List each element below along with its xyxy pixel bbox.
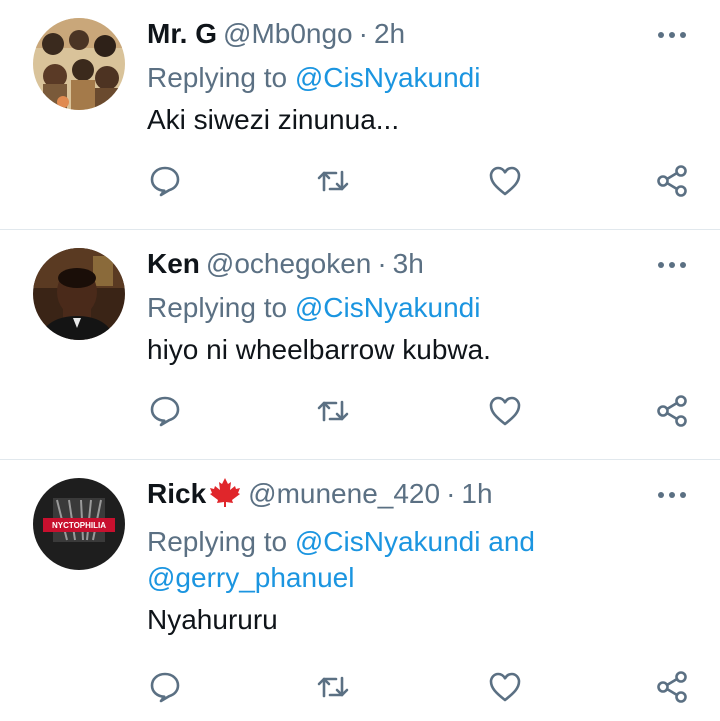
heart-icon[interactable] (487, 163, 523, 199)
more-horizontal-icon[interactable] (654, 25, 690, 45)
retweet-icon[interactable] (315, 669, 351, 705)
separator-dot: · (358, 18, 368, 49)
tweet-actions (147, 393, 690, 429)
user-handle[interactable]: @munene_420 (248, 478, 440, 509)
timestamp[interactable]: 1h (461, 478, 492, 509)
replying-to: Replying to @CisNyakundi and @gerry_phan… (147, 524, 660, 596)
canada-flag-icon (208, 477, 242, 518)
avatar[interactable]: NYCTOPHILIA (33, 478, 125, 570)
display-name[interactable]: Mr. G (147, 18, 217, 49)
tweet-header: Mr. G @Mb0ngo · 2h (147, 14, 660, 54)
heart-icon[interactable] (487, 669, 523, 705)
user-handle[interactable]: @Mb0ngo (223, 18, 353, 49)
mention-link[interactable]: @gerry_phanuel (147, 562, 354, 593)
replying-to: Replying to @CisNyakundi (147, 60, 660, 96)
tweet-actions (147, 163, 690, 199)
retweet-icon[interactable] (315, 393, 351, 429)
timestamp[interactable]: 2h (374, 18, 405, 49)
avatar[interactable] (33, 248, 125, 340)
avatar[interactable] (33, 18, 125, 110)
reply-bubble-icon[interactable] (147, 669, 183, 705)
replying-to-label: Replying to (147, 292, 288, 323)
more-horizontal-icon[interactable] (654, 255, 690, 275)
mention-link[interactable]: @CisNyakundi (295, 292, 481, 323)
timestamp[interactable]: 3h (393, 248, 424, 279)
tweet-reply[interactable]: Mr. G @Mb0ngo · 2h Replying to @CisNyakundi… (0, 0, 720, 230)
mention-link[interactable]: @CisNyakundi (295, 62, 481, 93)
reply-bubble-icon[interactable] (147, 163, 183, 199)
tweet-reply[interactable]: NYCTOPHILIA Rick @munene_420 · 1h Replying… (0, 460, 720, 721)
share-icon[interactable] (654, 669, 690, 705)
mention-joiner: and (488, 526, 535, 557)
separator-dot: · (377, 248, 387, 279)
display-name[interactable]: Rick (147, 478, 206, 509)
share-icon[interactable] (654, 393, 690, 429)
avatar-text: NYCTOPHILIA (52, 521, 106, 530)
display-name[interactable]: Ken (147, 248, 200, 279)
tweet-header: Rick @munene_420 · 1h (147, 474, 660, 518)
tweet-text: hiyo ni wheelbarrow kubwa. (147, 334, 491, 365)
share-icon[interactable] (654, 163, 690, 199)
heart-icon[interactable] (487, 393, 523, 429)
replying-to-label: Replying to (147, 526, 288, 557)
replying-to: Replying to @CisNyakundi (147, 290, 660, 326)
tweet-text: Aki siwezi zinunua... (147, 104, 400, 135)
reply-bubble-icon[interactable] (147, 393, 183, 429)
separator-dot: · (446, 478, 456, 509)
more-horizontal-icon[interactable] (654, 485, 690, 505)
replying-to-label: Replying to (147, 62, 288, 93)
mention-link[interactable]: @CisNyakundi (295, 526, 481, 557)
tweet-reply[interactable]: Ken @ochegoken · 3h Replying to @CisNyakund… (0, 230, 720, 460)
retweet-icon[interactable] (315, 163, 351, 199)
tweet-actions (147, 669, 690, 705)
tweet-header: Ken @ochegoken · 3h (147, 244, 660, 284)
tweet-text: Nyahururu (147, 604, 278, 635)
user-handle[interactable]: @ochegoken (206, 248, 371, 279)
